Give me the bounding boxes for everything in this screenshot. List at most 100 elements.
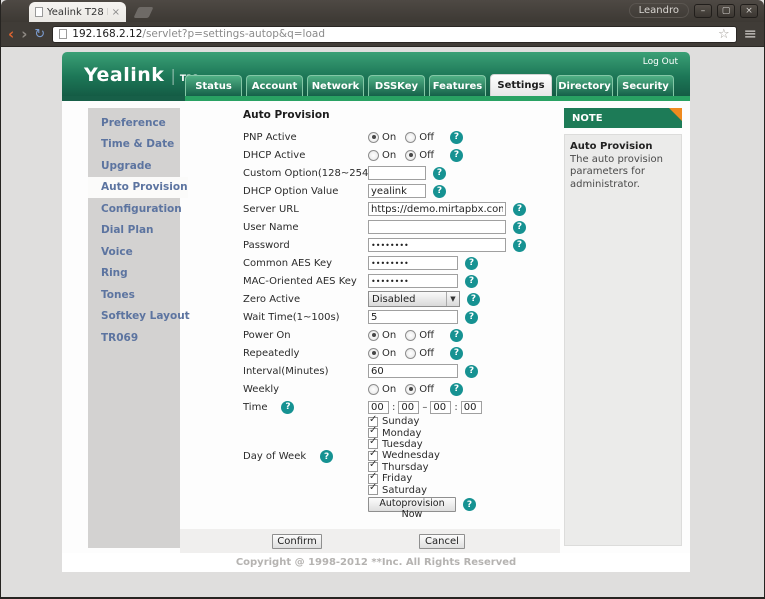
yealink-app-card: Log Out Yealink | T28 Status Account Net…: [62, 52, 690, 572]
back-icon[interactable]: ‹: [8, 27, 14, 42]
radio-on-label: On: [382, 150, 396, 161]
new-tab-button[interactable]: [133, 7, 153, 18]
help-icon[interactable]: ?: [465, 311, 478, 324]
field-label: Zero Active: [243, 294, 368, 305]
bookmark-star-icon[interactable]: ☆: [718, 28, 730, 41]
server-url-input[interactable]: [368, 202, 506, 216]
tab-account[interactable]: Account: [246, 75, 303, 96]
form-row-pnp-active: PNP Active On Off ?: [180, 128, 560, 146]
help-icon[interactable]: ?: [465, 275, 478, 288]
saturday-checkbox[interactable]: ✓: [368, 485, 378, 495]
repeatedly-on-radio[interactable]: [368, 348, 379, 359]
power-on-off-radio[interactable]: [405, 330, 416, 341]
browser-tab[interactable]: Yealink T28 Phone ×: [29, 2, 126, 22]
tab-network[interactable]: Network: [307, 75, 364, 96]
check-icon: ✓: [369, 482, 377, 493]
radio-on-label: On: [382, 348, 396, 359]
dhcp-off-radio[interactable]: [405, 150, 416, 161]
user-name-input[interactable]: [368, 220, 506, 234]
interval-input[interactable]: [368, 364, 458, 378]
sidebar-item-tr069[interactable]: TR069: [88, 327, 180, 349]
logout-link[interactable]: Log Out: [643, 57, 678, 67]
maximize-button[interactable]: ▢: [717, 4, 735, 18]
help-icon[interactable]: ?: [450, 149, 463, 162]
minimize-button[interactable]: –: [694, 4, 712, 18]
tab-directory[interactable]: Directory: [556, 75, 613, 96]
help-icon[interactable]: ?: [465, 257, 478, 270]
tab-security[interactable]: Security: [617, 75, 674, 96]
help-icon[interactable]: ?: [513, 203, 526, 216]
reload-icon[interactable]: ↻: [34, 28, 45, 41]
zero-active-select[interactable]: Disabled ▼: [368, 291, 460, 307]
sidebar-item-softkey-layout[interactable]: Softkey Layout: [88, 306, 180, 328]
custom-option-input[interactable]: [368, 166, 426, 180]
time-start-hour-input[interactable]: [368, 401, 389, 414]
url-bar[interactable]: 192.168.2.12/servlet?p=settings-autop&q=…: [52, 26, 736, 43]
help-icon[interactable]: ?: [463, 498, 476, 511]
sidebar-item-upgrade[interactable]: Upgrade: [88, 155, 180, 177]
tab-dsskey[interactable]: DSSKey: [368, 75, 425, 96]
copyright-text: Copyright @ 1998-2012 **Inc. All Rights …: [62, 553, 690, 572]
field-label: Wait Time(1~100s): [243, 312, 368, 323]
autoprovision-now-button[interactable]: Autoprovision Now: [368, 497, 456, 512]
confirm-button[interactable]: Confirm: [272, 534, 322, 549]
sidebar-item-tones[interactable]: Tones: [88, 284, 180, 306]
field-label: Custom Option(128~254): [243, 168, 368, 179]
help-icon[interactable]: ?: [465, 365, 478, 378]
radio-off-label: Off: [419, 132, 434, 143]
sidebar-item-ring[interactable]: Ring: [88, 263, 180, 285]
check-icon: ✓: [369, 448, 377, 459]
sidebar-item-voice[interactable]: Voice: [88, 241, 180, 263]
help-icon[interactable]: ?: [450, 383, 463, 396]
help-icon[interactable]: ?: [433, 167, 446, 180]
help-icon[interactable]: ?: [450, 131, 463, 144]
field-label: Server URL: [243, 204, 368, 215]
sidebar-item-configuration[interactable]: Configuration: [88, 198, 180, 220]
favicon-page-icon: [35, 7, 43, 17]
sidebar-item-preference[interactable]: Preference: [88, 112, 180, 134]
note-heading: Auto Provision: [570, 141, 676, 154]
help-icon[interactable]: ?: [450, 347, 463, 360]
page-icon: [59, 29, 67, 39]
pnp-off-radio[interactable]: [405, 132, 416, 143]
time-end-hour-input[interactable]: [430, 401, 451, 414]
time-end-minute-input[interactable]: [461, 401, 482, 414]
help-icon[interactable]: ?: [513, 221, 526, 234]
sidebar-item-dial-plan[interactable]: Dial Plan: [88, 220, 180, 242]
time-dash: –: [422, 402, 427, 413]
dhcp-on-radio[interactable]: [368, 150, 379, 161]
sidebar-item-auto-provision[interactable]: Auto Provision: [88, 177, 188, 199]
power-on-on-radio[interactable]: [368, 330, 379, 341]
dhcp-option-value-input[interactable]: [368, 184, 426, 198]
close-window-button[interactable]: ×: [740, 4, 758, 18]
radio-on-label: On: [382, 132, 396, 143]
form-row-interval: Interval(Minutes) ?: [180, 362, 560, 380]
pnp-on-radio[interactable]: [368, 132, 379, 143]
check-icon: ✓: [369, 471, 377, 482]
help-icon[interactable]: ?: [433, 185, 446, 198]
help-icon[interactable]: ?: [281, 401, 294, 414]
common-aes-key-input[interactable]: [368, 256, 458, 270]
weekly-on-radio[interactable]: [368, 384, 379, 395]
menu-icon[interactable]: ≡: [744, 26, 757, 42]
yealink-logo: Yealink | T28: [84, 64, 198, 86]
help-icon[interactable]: ?: [320, 450, 333, 463]
close-tab-icon[interactable]: ×: [112, 7, 120, 18]
help-icon[interactable]: ?: [450, 329, 463, 342]
weekly-off-radio[interactable]: [405, 384, 416, 395]
tab-settings[interactable]: Settings: [490, 74, 552, 96]
time-start-minute-input[interactable]: [398, 401, 419, 414]
tab-features[interactable]: Features: [429, 75, 486, 96]
cancel-button[interactable]: Cancel: [419, 534, 465, 549]
help-icon[interactable]: ?: [467, 293, 480, 306]
browser-tab-title: Yealink T28 Phone: [47, 7, 108, 18]
mac-aes-key-input[interactable]: [368, 274, 458, 288]
field-label: Repeatedly: [243, 348, 368, 359]
sidebar-item-time-date[interactable]: Time & Date: [88, 134, 180, 156]
tab-status[interactable]: Status: [185, 75, 242, 96]
check-icon: ✓: [369, 436, 377, 447]
wait-time-input[interactable]: [368, 310, 458, 324]
password-input[interactable]: [368, 238, 506, 252]
repeatedly-off-radio[interactable]: [405, 348, 416, 359]
help-icon[interactable]: ?: [513, 239, 526, 252]
